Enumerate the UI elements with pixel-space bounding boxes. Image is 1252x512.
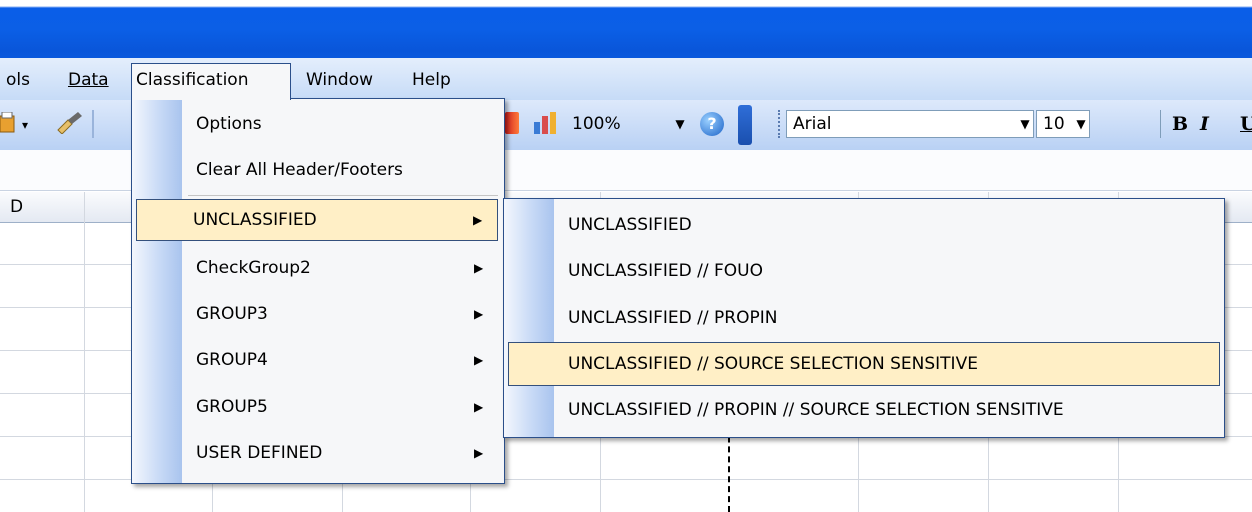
menu-classification[interactable]: Classification bbox=[131, 63, 291, 100]
menu-window-label: Window bbox=[306, 70, 374, 90]
submenu-arrow-icon: ▶ bbox=[473, 213, 483, 227]
menu-item-checkgroup2[interactable]: CheckGroup2 ▶ bbox=[136, 247, 498, 289]
submenu-item-unclassified-propin[interactable]: UNCLASSIFIED // PROPIN bbox=[508, 296, 1220, 340]
menu-window[interactable]: Window bbox=[302, 64, 377, 96]
column-header-label: D bbox=[10, 197, 24, 217]
menu-item-label: USER DEFINED bbox=[196, 443, 323, 463]
menu-item-label: Options bbox=[196, 114, 262, 134]
menu-tools[interactable]: ols bbox=[2, 64, 34, 96]
menu-item-group4[interactable]: GROUP4 ▶ bbox=[136, 339, 498, 381]
menu-classification-label: Classification bbox=[136, 70, 249, 90]
submenu-item-unclassified-propin-source-selection-sensitive[interactable]: UNCLASSIFIED // PROPIN // SOURCE SELECTI… bbox=[508, 388, 1220, 432]
menu-item-label: Clear All Header/Footers bbox=[196, 160, 403, 180]
submenu-item-unclassified-source-selection-sensitive[interactable]: UNCLASSIFIED // SOURCE SELECTION SENSITI… bbox=[508, 342, 1220, 386]
submenu-arrow-icon: ▶ bbox=[474, 261, 484, 275]
zoom-value: 100% bbox=[572, 114, 621, 134]
menu-item-label: CheckGroup2 bbox=[196, 258, 311, 278]
font-size-combo[interactable]: 10 ▼ bbox=[1036, 110, 1090, 138]
submenu-item-unclassified[interactable]: UNCLASSIFIED bbox=[508, 203, 1220, 247]
menu-item-user-defined[interactable]: USER DEFINED ▶ bbox=[136, 432, 498, 474]
menu-item-options[interactable]: Options bbox=[136, 103, 498, 145]
font-name-value: Arial bbox=[793, 114, 832, 134]
underline-button[interactable]: U bbox=[1240, 110, 1252, 138]
menu-item-label: GROUP4 bbox=[196, 350, 268, 370]
menu-item-label: GROUP3 bbox=[196, 304, 268, 324]
title-bar bbox=[0, 0, 1252, 58]
menu-data-label: Data bbox=[68, 70, 109, 90]
paint-dropdown-icon[interactable]: ▾ bbox=[22, 111, 28, 139]
menu-item-label: GROUP5 bbox=[196, 397, 268, 417]
submenu-arrow-icon: ▶ bbox=[474, 353, 484, 367]
paint-icon[interactable] bbox=[0, 112, 22, 138]
column-header-d[interactable]: D bbox=[0, 192, 85, 223]
toolbar-separator bbox=[92, 110, 94, 138]
menu-item-label: UNCLASSIFIED bbox=[193, 210, 317, 230]
unclassified-submenu: UNCLASSIFIED UNCLASSIFIED // FOUO UNCLAS… bbox=[503, 198, 1225, 438]
menu-item-group3[interactable]: GROUP3 ▶ bbox=[136, 293, 498, 335]
submenu-item-label: UNCLASSIFIED // PROPIN // SOURCE SELECTI… bbox=[568, 400, 1064, 420]
submenu-item-label: UNCLASSIFIED bbox=[568, 215, 692, 235]
toolbar-options-grip[interactable] bbox=[738, 105, 752, 145]
submenu-item-label: UNCLASSIFIED // PROPIN bbox=[568, 308, 778, 328]
italic-button[interactable]: I bbox=[1200, 110, 1209, 138]
help-icon[interactable]: ? bbox=[700, 112, 724, 136]
bold-button[interactable]: B bbox=[1172, 110, 1188, 138]
menu-item-clear-header-footers[interactable]: Clear All Header/Footers bbox=[136, 149, 498, 191]
classification-menu: Options Clear All Header/Footers UNCLASS… bbox=[131, 98, 505, 484]
chart-wizard-icon[interactable] bbox=[532, 110, 558, 136]
brush-icon[interactable] bbox=[54, 110, 84, 134]
font-size-value: 10 bbox=[1043, 114, 1065, 134]
submenu-arrow-icon: ▶ bbox=[474, 446, 484, 460]
submenu-item-label: UNCLASSIFIED // SOURCE SELECTION SENSITI… bbox=[568, 354, 978, 374]
grid-column-line bbox=[84, 192, 85, 512]
submenu-arrow-icon: ▶ bbox=[474, 307, 484, 321]
menu-item-group5[interactable]: GROUP5 ▶ bbox=[136, 386, 498, 428]
submenu-item-unclassified-fouo[interactable]: UNCLASSIFIED // FOUO bbox=[508, 249, 1220, 293]
font-name-combo[interactable]: Arial ▼ bbox=[786, 110, 1034, 138]
toolbar-separator bbox=[1160, 110, 1161, 138]
submenu-item-label: UNCLASSIFIED // FOUO bbox=[568, 261, 763, 281]
menu-help[interactable]: Help bbox=[408, 64, 455, 96]
menu-item-unclassified[interactable]: UNCLASSIFIED ▶ bbox=[136, 199, 498, 241]
menu-data[interactable]: Data bbox=[64, 64, 113, 96]
font-name-dropdown-icon[interactable]: ▼ bbox=[1017, 114, 1033, 134]
font-size-dropdown-icon[interactable]: ▼ bbox=[1073, 114, 1089, 134]
toolbar-separator bbox=[778, 110, 782, 138]
book-icon[interactable] bbox=[505, 112, 519, 134]
zoom-dropdown-icon[interactable]: ▼ bbox=[672, 114, 688, 134]
menu-help-label: Help bbox=[412, 70, 451, 90]
menu-separator bbox=[188, 195, 498, 196]
menu-bar: ols Data Classification Window Help bbox=[0, 58, 1252, 100]
submenu-arrow-icon: ▶ bbox=[474, 400, 484, 414]
